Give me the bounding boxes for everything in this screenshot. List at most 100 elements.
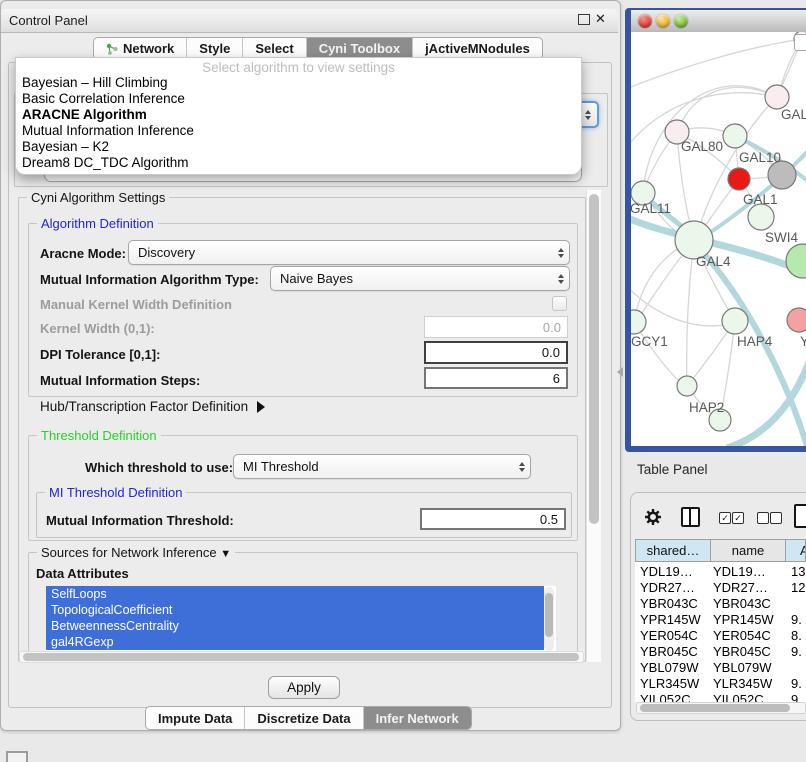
- node-hap4[interactable]: [722, 308, 748, 334]
- scrollbar-thumb[interactable]: [545, 593, 553, 637]
- node-gal1[interactable]: [728, 168, 750, 190]
- zoom-button[interactable]: [674, 14, 688, 28]
- spinner-up-icon: [585, 110, 591, 114]
- node-swi4[interactable]: [748, 204, 774, 230]
- kernel-width-field[interactable]: 0.0: [424, 316, 568, 338]
- tab-label: jActiveMNodules: [425, 41, 530, 56]
- table-row[interactable]: YLR345WYLR345W9.: [635, 676, 806, 692]
- combo-arrows-icon: [552, 248, 569, 258]
- mi-threshold-field[interactable]: 0.5: [420, 508, 566, 530]
- close-button[interactable]: [638, 14, 652, 28]
- settings-vertical-scrollbar[interactable]: [586, 190, 601, 662]
- node-label: HAP4: [737, 334, 773, 349]
- field-value: 0.5: [540, 512, 558, 527]
- select-all-checkbox-icon[interactable]: ✓: [719, 512, 731, 524]
- tab-select[interactable]: Select: [243, 38, 306, 59]
- algorithm-option[interactable]: Dream8 DC_TDC Algorithm: [16, 155, 581, 171]
- manual-kernel-checkbox[interactable]: [552, 296, 567, 311]
- deselect-all-checkbox-icon[interactable]: [757, 512, 769, 524]
- node-green-right[interactable]: [786, 244, 806, 278]
- tab-label: Style: [199, 41, 230, 56]
- table-row[interactable]: YDR27…YDR27…12: [635, 580, 806, 596]
- columns-icon[interactable]: [681, 507, 700, 527]
- node-gal10[interactable]: [723, 124, 747, 148]
- algorithm-option[interactable]: Mutual Information Inference: [16, 123, 581, 139]
- document-icon[interactable]: [794, 504, 806, 528]
- hub-section-toggle[interactable]: Hub/Transcription Factor Definition: [40, 399, 265, 414]
- deselect-all-checkbox-icon[interactable]: [770, 512, 782, 524]
- float-window-icon[interactable]: [578, 14, 590, 25]
- mi-type-select[interactable]: Naive Bayes: [270, 266, 570, 291]
- column-header-shared-name[interactable]: shared…: [635, 539, 711, 562]
- algorithm-option[interactable]: Bayesian – Hill Climbing: [16, 75, 581, 91]
- scrollbar-thumb[interactable]: [589, 194, 599, 524]
- node-salmon[interactable]: [787, 308, 806, 332]
- tab-style[interactable]: Style: [187, 38, 243, 59]
- table-horizontal-scrollbar[interactable]: [636, 702, 806, 714]
- table-row[interactable]: YBL079WYBL079W: [635, 660, 806, 676]
- algorithm-option[interactable]: Bayesian – K2: [16, 139, 581, 155]
- column-label: name: [732, 543, 765, 558]
- which-threshold-select[interactable]: MI Threshold: [233, 454, 531, 479]
- tab-label: Cyni Toolbox: [319, 41, 400, 56]
- algorithm-option[interactable]: Basic Correlation Inference: [16, 91, 581, 107]
- table-row[interactable]: YIL052CYIL052C9: [635, 692, 806, 702]
- tab-jactivemnodules[interactable]: jActiveMNodules: [413, 38, 542, 59]
- collapsed-arrow-icon: [257, 401, 265, 413]
- node-label: HAP2: [689, 400, 724, 415]
- select-all-checkbox-icon[interactable]: ✓: [732, 512, 744, 524]
- gear-icon[interactable]: [644, 508, 662, 526]
- attribute-item-selected[interactable]: TopologicalCoefficient: [46, 602, 544, 618]
- selected-value: Discovery: [129, 245, 552, 260]
- aracne-mode-select[interactable]: Discovery: [128, 240, 570, 265]
- node-gcy1[interactable]: [631, 310, 646, 334]
- table-row[interactable]: YER054CYER054C8.: [635, 628, 806, 644]
- tab-impute-data[interactable]: Impute Data: [146, 707, 245, 729]
- view-overlay-button[interactable]: [794, 34, 806, 51]
- node-hap2[interactable]: [677, 376, 697, 396]
- column-header-name[interactable]: name: [710, 539, 786, 562]
- table-row[interactable]: YBR045CYBR045C9.: [635, 644, 806, 660]
- tab-discretize-data[interactable]: Discretize Data: [245, 707, 363, 729]
- tab-infer-network[interactable]: Infer Network: [364, 707, 471, 729]
- apply-button[interactable]: Apply: [268, 676, 340, 699]
- scrollbar-thumb[interactable]: [23, 653, 579, 661]
- network-canvas[interactable]: GAL GAL80 GAL10 GAL1 GAL11 SWI4 GAL4 GCY…: [631, 32, 806, 446]
- control-panel-titlebar[interactable]: [1, 9, 618, 33]
- node-label: GAL1: [743, 192, 778, 207]
- manual-kernel-label: Manual Kernel Width Definition: [40, 297, 232, 312]
- mi-steps-field[interactable]: 6: [424, 367, 568, 389]
- apply-label: Apply: [287, 680, 321, 695]
- column-header-partial[interactable]: A: [785, 539, 806, 562]
- dpi-tolerance-field[interactable]: 0.0: [424, 341, 568, 364]
- group-title: Algorithm Definition: [37, 216, 158, 231]
- settings-horizontal-scrollbar[interactable]: [19, 651, 584, 663]
- tab-network[interactable]: Network: [94, 38, 187, 59]
- tab-label: Network: [123, 41, 174, 56]
- tab-cyni-toolbox[interactable]: Cyni Toolbox: [307, 38, 413, 59]
- algorithm-option-selected[interactable]: ARACNE Algorithm: [16, 107, 581, 123]
- scrollbar-thumb[interactable]: [640, 704, 790, 712]
- group-title: MI Threshold Definition: [45, 485, 186, 500]
- tab-label: Select: [255, 41, 293, 56]
- combo-arrows-icon: [552, 274, 569, 284]
- splitter-handle-icon[interactable]: [617, 367, 623, 377]
- attribute-item-selected[interactable]: gal4RGexp: [46, 634, 544, 650]
- attribute-item-selected[interactable]: BetweennessCentrality: [46, 618, 544, 634]
- node-label: GAL11: [631, 201, 671, 216]
- node-gal-partial[interactable]: [765, 85, 789, 109]
- aracne-mode-label: Aracne Mode:: [40, 246, 126, 261]
- expanded-arrow-icon[interactable]: ▼: [220, 548, 231, 560]
- dock-icon[interactable]: [6, 751, 28, 762]
- node-gray[interactable]: [768, 161, 796, 189]
- attributes-list-scrollbar[interactable]: [544, 587, 554, 651]
- node-label: SWI4: [765, 230, 798, 245]
- attribute-item-selected[interactable]: SelfLoops: [46, 586, 544, 602]
- table-row[interactable]: YBR043CYBR043C: [635, 596, 806, 612]
- table-row[interactable]: YDL19…YDL19…13: [635, 564, 806, 580]
- close-window-icon[interactable]: ✕: [595, 11, 606, 27]
- group-title: Sources for Network Inference ▼: [37, 545, 235, 560]
- node-label: GAL10: [739, 150, 781, 165]
- minimize-button[interactable]: [656, 14, 670, 28]
- table-row[interactable]: YPR145WYPR145W9.: [635, 612, 806, 628]
